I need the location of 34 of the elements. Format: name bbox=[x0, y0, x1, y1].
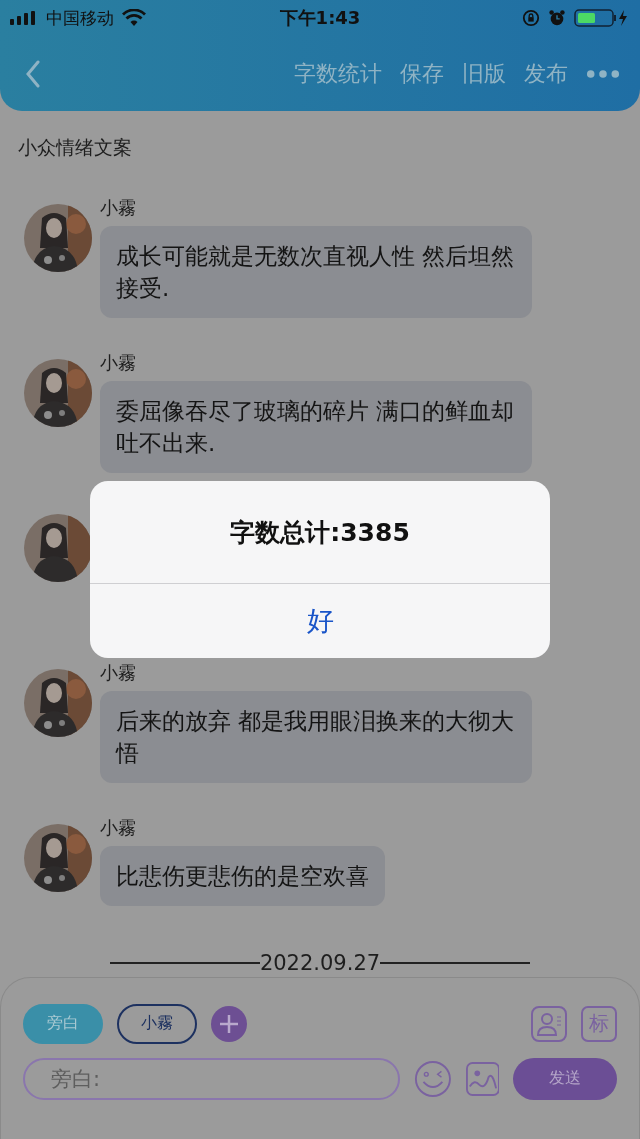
contact-icon[interactable] bbox=[531, 1005, 567, 1042]
date-separator: 2022.09.27 bbox=[259, 950, 381, 975]
rotation-lock-icon bbox=[522, 9, 540, 27]
chat-title: 小众情绪文案 bbox=[17, 135, 133, 161]
input-field[interactable]: 旁白: bbox=[23, 1057, 400, 1100]
back-icon[interactable] bbox=[26, 59, 40, 88]
more-icon[interactable] bbox=[586, 68, 620, 79]
ok-button[interactable]: 好 bbox=[90, 584, 550, 658]
alert-message: 字数总计:3385 bbox=[90, 481, 550, 584]
signal-icon bbox=[10, 11, 38, 25]
emoji-icon[interactable] bbox=[413, 1059, 452, 1098]
sender-name: 小霧 bbox=[100, 815, 136, 840]
nav-action[interactable]: 旧版 bbox=[462, 58, 506, 89]
message-bubble: 委屈像吞尽了玻璃的碎片 满口的鲜血却吐不出来. bbox=[100, 380, 532, 473]
clock-time: 下午1:43 bbox=[279, 6, 361, 30]
message-bubble: 后来的放弃 都是我用眼泪换来的大彻大悟 bbox=[100, 690, 532, 783]
message-bubble: 比悲伤更悲伤的是空欢喜 bbox=[100, 845, 385, 906]
nav-action[interactable]: 保存 bbox=[400, 58, 444, 89]
add-icon[interactable] bbox=[211, 1005, 247, 1042]
role-chip[interactable]: 旁白 bbox=[23, 1003, 103, 1044]
nav-action[interactable]: 字数统计 bbox=[294, 58, 382, 89]
wifi-icon bbox=[122, 9, 146, 27]
battery-icon bbox=[574, 8, 630, 28]
tag-button[interactable]: 标 bbox=[581, 1005, 617, 1042]
sender-name: 小霧 bbox=[100, 350, 136, 375]
alarm-icon bbox=[548, 9, 566, 27]
sender-name: 小霧 bbox=[100, 195, 136, 220]
role-chip[interactable]: 小霧 bbox=[117, 1003, 197, 1044]
sender-name: 小霧 bbox=[100, 660, 136, 685]
message-bubble: 成长可能就是无数次直视人性 然后坦然接受. bbox=[100, 225, 532, 318]
nav-action[interactable]: 发布 bbox=[524, 58, 568, 89]
carrier-name: 中国移动 bbox=[46, 6, 114, 30]
image-icon[interactable] bbox=[465, 1061, 500, 1096]
send-button[interactable]: 发送 bbox=[513, 1057, 617, 1100]
